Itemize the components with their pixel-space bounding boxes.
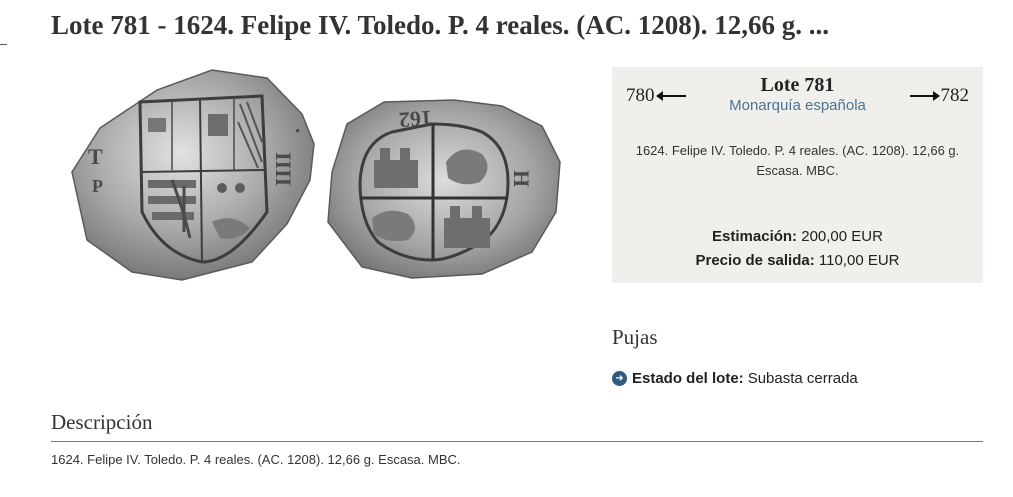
lot-info-box: 780 Lote 781 Monarquía española 782 1624… bbox=[612, 67, 983, 283]
description-heading: Descripción bbox=[51, 410, 153, 434]
obverse-letter: · bbox=[294, 118, 301, 143]
estimate-value: 200,00 EUR bbox=[801, 228, 883, 245]
start-price-row: Precio de salida: 110,00 EUR bbox=[612, 252, 983, 269]
edge-mark bbox=[0, 44, 7, 45]
description-text: 1624. Felipe IV. Toledo. P. 4 reales. (A… bbox=[51, 452, 461, 467]
lot-status-value: Subasta cerrada bbox=[747, 370, 858, 387]
reverse-letter: 162 bbox=[398, 106, 433, 133]
arrow-right-circle-icon: ➜ bbox=[612, 371, 627, 386]
coin-image[interactable]: T P · IIII 162 H bbox=[62, 62, 572, 292]
estimate-row: Estimación: 200,00 EUR bbox=[612, 228, 983, 245]
description-divider bbox=[51, 441, 983, 442]
start-price-value: 110,00 EUR bbox=[818, 252, 900, 269]
arrow-right-icon bbox=[909, 91, 940, 101]
bids-heading: Pujas bbox=[612, 325, 658, 349]
obverse-letter: T bbox=[88, 144, 103, 169]
coin-reverse: 162 H bbox=[327, 99, 561, 279]
next-lot-number: 782 bbox=[940, 85, 970, 106]
obverse-letter: IIII bbox=[271, 152, 296, 186]
lot-summary: 1624. Felipe IV. Toledo. P. 4 reales. (A… bbox=[635, 143, 960, 178]
start-price-label: Precio de salida: bbox=[695, 252, 815, 269]
page-title: Lote 781 - 1624. Felipe IV. Toledo. P. 4… bbox=[51, 10, 829, 40]
next-lot-link[interactable]: 782 bbox=[907, 85, 970, 107]
coin-obverse: T P · IIII bbox=[71, 69, 315, 281]
estimate-label: Estimación: bbox=[712, 228, 798, 245]
lot-status-row: ➜ Estado del lote: Subasta cerrada bbox=[612, 370, 858, 387]
reverse-letter: H bbox=[509, 170, 534, 187]
lot-status-label: Estado del lote: bbox=[632, 370, 744, 387]
obverse-letter: P bbox=[92, 176, 103, 196]
